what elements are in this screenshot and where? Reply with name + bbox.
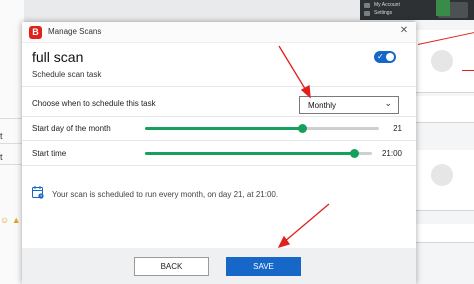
annotation-arrow: [278, 45, 311, 99]
annotation-arrows: [277, 45, 330, 249]
annotation-arrow: [277, 203, 330, 249]
